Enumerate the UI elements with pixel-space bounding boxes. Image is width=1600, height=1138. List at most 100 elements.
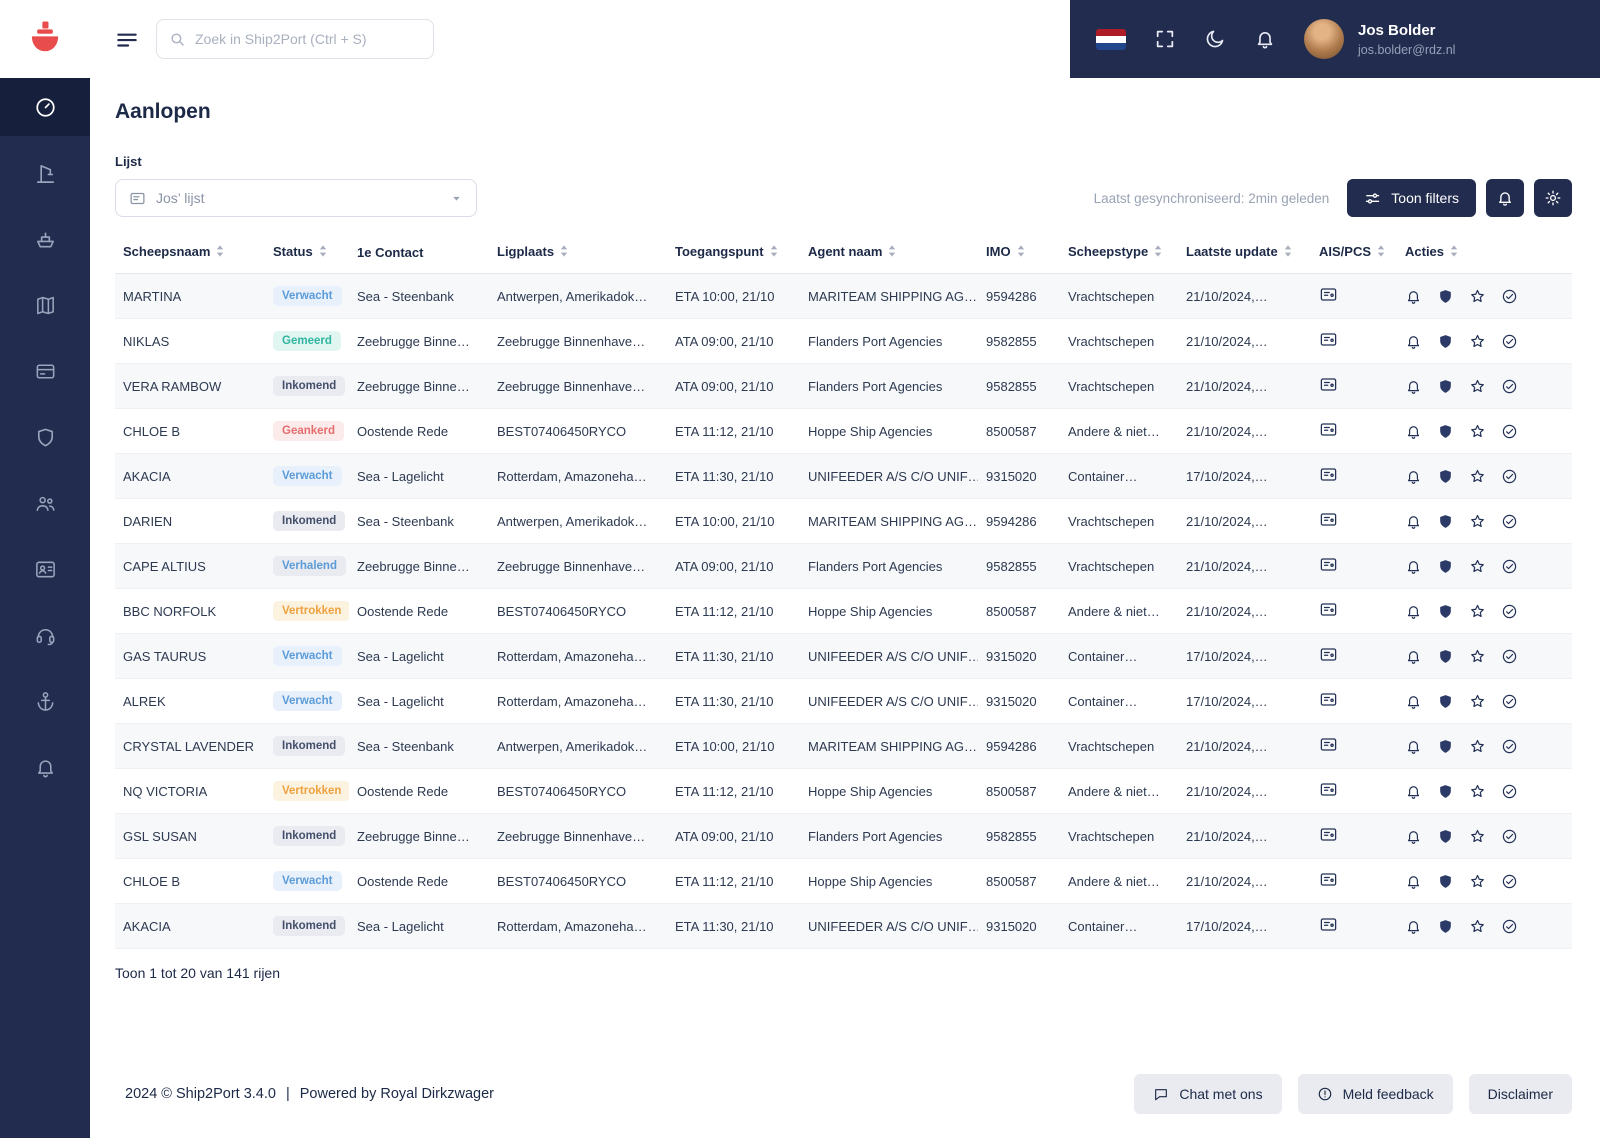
check-circle-icon[interactable] — [1501, 828, 1518, 845]
shield-icon[interactable] — [1437, 558, 1454, 575]
notify-bell-icon[interactable] — [1405, 423, 1422, 440]
notify-bell-icon[interactable] — [1405, 918, 1422, 935]
favorite-star-icon[interactable] — [1469, 378, 1486, 395]
table-settings-button[interactable] — [1534, 179, 1572, 217]
ais-pcs-icon[interactable] — [1319, 420, 1338, 439]
notify-bell-icon[interactable] — [1405, 558, 1422, 575]
check-circle-icon[interactable] — [1501, 603, 1518, 620]
sidebar-item-documents[interactable] — [0, 342, 90, 400]
favorite-star-icon[interactable] — [1469, 513, 1486, 530]
ais-pcs-icon[interactable] — [1319, 465, 1338, 484]
favorite-star-icon[interactable] — [1469, 423, 1486, 440]
column-header[interactable]: Ligplaats — [489, 231, 667, 274]
column-header[interactable]: AIS/PCS — [1311, 231, 1397, 274]
check-circle-icon[interactable] — [1501, 378, 1518, 395]
sidebar-item-port[interactable] — [0, 672, 90, 730]
check-circle-icon[interactable] — [1501, 648, 1518, 665]
table-row[interactable]: AKACIA Inkomend Sea - Lagelicht Rotterda… — [115, 904, 1572, 949]
shield-icon[interactable] — [1437, 513, 1454, 530]
fullscreen-icon[interactable] — [1154, 28, 1176, 50]
sort-icon[interactable] — [560, 245, 568, 260]
sidebar-item-team[interactable] — [0, 474, 90, 532]
sidebar-item-cranes[interactable] — [0, 144, 90, 202]
check-circle-icon[interactable] — [1501, 423, 1518, 440]
chat-button[interactable]: Chat met ons — [1134, 1074, 1281, 1114]
shield-icon[interactable] — [1437, 783, 1454, 800]
table-row[interactable]: BBC NORFOLK Vertrokken Oostende Rede BES… — [115, 589, 1572, 634]
shield-icon[interactable] — [1437, 333, 1454, 350]
favorite-star-icon[interactable] — [1469, 288, 1486, 305]
menu-icon[interactable] — [114, 26, 140, 52]
check-circle-icon[interactable] — [1501, 918, 1518, 935]
shield-icon[interactable] — [1437, 468, 1454, 485]
dutch-flag-icon[interactable] — [1096, 29, 1126, 50]
table-notifications-button[interactable] — [1486, 179, 1524, 217]
shield-icon[interactable] — [1437, 423, 1454, 440]
column-header[interactable]: Acties — [1397, 231, 1572, 274]
notify-bell-icon[interactable] — [1405, 828, 1422, 845]
shield-icon[interactable] — [1437, 603, 1454, 620]
favorite-star-icon[interactable] — [1469, 783, 1486, 800]
column-header[interactable]: IMO — [978, 231, 1060, 274]
sort-icon[interactable] — [888, 245, 896, 260]
check-circle-icon[interactable] — [1501, 558, 1518, 575]
list-select[interactable]: Jos’ lijst — [115, 179, 477, 217]
sort-icon[interactable] — [1154, 245, 1162, 260]
ais-pcs-icon[interactable] — [1319, 870, 1338, 889]
favorite-star-icon[interactable] — [1469, 468, 1486, 485]
show-filters-button[interactable]: Toon filters — [1347, 179, 1476, 217]
sort-icon[interactable] — [1284, 245, 1292, 260]
notify-bell-icon[interactable] — [1405, 603, 1422, 620]
table-row[interactable]: ALREK Verwacht Sea - Lagelicht Rotterdam… — [115, 679, 1572, 724]
user-info[interactable]: Jos Bolder jos.bolder@rdz.nl — [1358, 22, 1455, 57]
table-row[interactable]: NIKLAS Gemeerd Zeebrugge Binne… Zeebrugg… — [115, 319, 1572, 364]
check-circle-icon[interactable] — [1501, 333, 1518, 350]
disclaimer-button[interactable]: Disclaimer — [1469, 1074, 1572, 1114]
check-circle-icon[interactable] — [1501, 693, 1518, 710]
table-row[interactable]: MARTINA Verwacht Sea - Steenbank Antwerp… — [115, 274, 1572, 319]
sort-icon[interactable] — [1017, 245, 1025, 260]
favorite-star-icon[interactable] — [1469, 918, 1486, 935]
shield-icon[interactable] — [1437, 648, 1454, 665]
ais-pcs-icon[interactable] — [1319, 690, 1338, 709]
notify-bell-icon[interactable] — [1405, 378, 1422, 395]
column-header[interactable]: 1e Contact — [349, 231, 489, 274]
ais-pcs-icon[interactable] — [1319, 735, 1338, 754]
shield-icon[interactable] — [1437, 288, 1454, 305]
shield-icon[interactable] — [1437, 873, 1454, 890]
table-row[interactable]: GAS TAURUS Verwacht Sea - Lagelicht Rott… — [115, 634, 1572, 679]
favorite-star-icon[interactable] — [1469, 873, 1486, 890]
ais-pcs-icon[interactable] — [1319, 645, 1338, 664]
sidebar-item-dashboard[interactable] — [0, 78, 90, 136]
favorite-star-icon[interactable] — [1469, 333, 1486, 350]
notify-bell-icon[interactable] — [1405, 288, 1422, 305]
check-circle-icon[interactable] — [1501, 468, 1518, 485]
ais-pcs-icon[interactable] — [1319, 510, 1338, 529]
ais-pcs-icon[interactable] — [1319, 915, 1338, 934]
ais-pcs-icon[interactable] — [1319, 600, 1338, 619]
shield-icon[interactable] — [1437, 918, 1454, 935]
table-row[interactable]: CRYSTAL LAVENDER Inkomend Sea - Steenban… — [115, 724, 1572, 769]
sort-icon[interactable] — [1450, 245, 1458, 260]
shield-icon[interactable] — [1437, 828, 1454, 845]
sidebar-item-alerts[interactable] — [0, 738, 90, 796]
check-circle-icon[interactable] — [1501, 513, 1518, 530]
check-circle-icon[interactable] — [1501, 873, 1518, 890]
notify-bell-icon[interactable] — [1405, 513, 1422, 530]
table-row[interactable]: VERA RAMBOW Inkomend Zeebrugge Binne… Ze… — [115, 364, 1572, 409]
sidebar-item-support[interactable] — [0, 606, 90, 664]
ais-pcs-icon[interactable] — [1319, 825, 1338, 844]
notify-bell-icon[interactable] — [1405, 873, 1422, 890]
column-header[interactable]: Laatste update — [1178, 231, 1311, 274]
table-row[interactable]: CAPE ALTIUS Verhalend Zeebrugge Binne… Z… — [115, 544, 1572, 589]
check-circle-icon[interactable] — [1501, 738, 1518, 755]
favorite-star-icon[interactable] — [1469, 603, 1486, 620]
ais-pcs-icon[interactable] — [1319, 555, 1338, 574]
notify-bell-icon[interactable] — [1405, 648, 1422, 665]
search-input[interactable] — [195, 31, 421, 47]
favorite-star-icon[interactable] — [1469, 693, 1486, 710]
ais-pcs-icon[interactable] — [1319, 285, 1338, 304]
column-header[interactable]: Toegangspunt — [667, 231, 800, 274]
table-row[interactable]: DARIEN Inkomend Sea - Steenbank Antwerpe… — [115, 499, 1572, 544]
table-row[interactable]: CHLOE B Verwacht Oostende Rede BEST07406… — [115, 859, 1572, 904]
